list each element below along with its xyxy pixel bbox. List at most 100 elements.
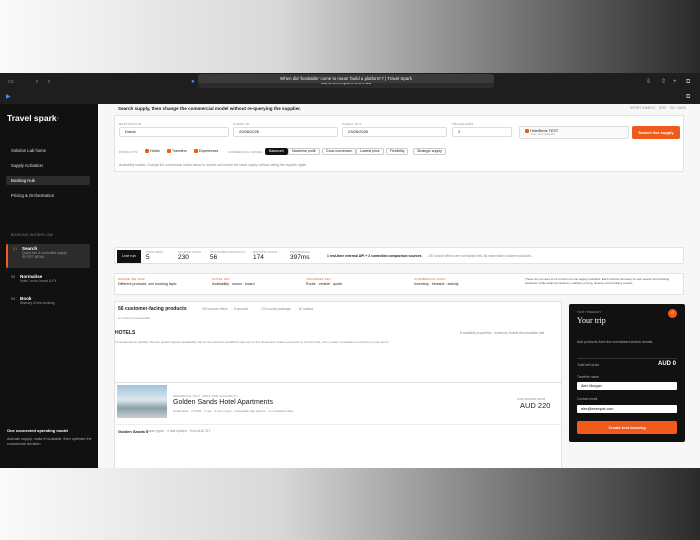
nav-solution-lab-home[interactable]: Solution Lab home [6,146,90,155]
search-live-supply-button[interactable]: Search live supply [632,126,680,139]
stats-summary: 1 real-time external API + 2 controlled … [327,254,422,258]
room-section-sub: 2 room types · 4 rate options · from AUD… [145,429,211,433]
pipeline-label: HOTEL KEY [212,277,231,281]
model-lowest-price[interactable]: Lowest price [356,148,384,155]
tab-overview-icon[interactable]: ⧉ [686,78,690,86]
results-chip: AI ranked [299,307,314,311]
step-search[interactable]: 01 Search Query live & controlled supply… [6,244,90,268]
trip-tag: TEST ITINERARY [577,310,602,314]
travellers-field[interactable]: 2 [452,127,512,137]
stat-value: 174 [253,254,264,261]
step-sub: Hotel, room, board & FX [20,279,57,283]
site-icon: ● [191,79,195,85]
extension-icon[interactable]: ▶ [6,93,11,101]
hotel-price: AUD 220 [520,401,551,410]
contact-email-label: Contact email [577,397,598,401]
model-grow-conversion[interactable]: Grow conversion [322,148,357,155]
step-book[interactable]: 03 Book Itinerary & test booking [6,294,90,312]
pipeline-value: Inventory · timeslot · activity [414,282,459,286]
sidebar-toggle-icon[interactable]: ▭ [8,78,14,86]
pipeline-value: Different products, one booking layer [118,282,177,286]
checkin-field[interactable]: 20/08/2026 [233,127,338,137]
step-number: 03 [11,297,16,301]
product-experiences[interactable]: Experiences [194,149,218,154]
share-icon[interactable]: ⇧ [661,78,666,86]
pipeline-label: COMMERCIAL DATA [414,277,446,281]
active-tab[interactable]: When did 'bookable' come to mean 'build … [198,74,494,83]
checkin-label: CHECK-IN [233,122,250,126]
step-normalise[interactable]: 02 Normalise Hotel, room, board & FX [6,272,90,290]
hotel-name[interactable]: Golden Sands Hotel Apartments [173,399,273,406]
step-sub2: SPORT MENU [22,255,45,259]
results-chip: 230 source offers [202,307,228,311]
traveller-name-input[interactable]: Alex Morgan [577,382,677,390]
forward-icon[interactable]: › [48,78,50,86]
search-panel: DESTINATION Dubai CHECK-IN 20/08/2026 CH… [114,115,684,172]
model-strategic-supply[interactable]: Strategic supply [413,148,446,155]
hotel-tag: REFERENCE TEST · REAL-TIME AVAILABILITY [173,394,239,398]
sidebar: Travel spark· Solution Lab home Supply A… [0,104,98,468]
trip-count-badge: 0 [668,309,677,318]
product-transfers[interactable]: Transfers [167,149,187,154]
back-icon[interactable]: ‹ [36,78,38,86]
pipeline-bar: WHERE WE SAW Different products, one boo… [114,273,684,295]
create-test-booking-button[interactable]: Create test booking [577,421,677,434]
model-balanced[interactable]: Balanced [265,148,288,155]
search-intro: Search supply, then change the commercia… [118,106,301,111]
nav-supply-activation[interactable]: Supply Activation [6,161,90,170]
supplier-field[interactable]: HotelBeds TEST Test / Live travel API [519,126,629,139]
room-section-title[interactable]: Golden Sands 3 [118,429,148,434]
checkout-field[interactable]: 23/08/2026 [342,127,447,137]
trip-title: Your trip [577,316,606,325]
trip-empty-text: Add products from the normalised search … [577,340,654,344]
pipeline-label: TRANSFER KEY [306,277,332,281]
trip-panel: TEST ITINERARY Your trip 0 Add products … [569,304,685,442]
hotel-photo [117,385,167,418]
pipeline-value: Route · vehicle · quote [306,282,343,286]
new-tab-icon[interactable]: + [673,78,677,86]
supplier-check-icon [525,128,529,133]
model-maximise-profit[interactable]: Maximise profit [288,148,320,155]
pipeline-value: Availability · rooms · board [212,282,255,286]
step-number: 02 [11,275,16,279]
model-label: COMMERCIAL MODEL [228,150,263,154]
results-chip: 174 source package [261,307,291,311]
top-right-note: SPORT SAMPLE · TEST · ON · DATA [630,106,686,110]
download-icon[interactable]: ⇩ [646,78,651,86]
stats-bar: Live run SUPPLIERS 5 SOURCE ROWS 230 CUSTO… [114,247,684,264]
browser-chrome: ▭ ‹ › ● lab.travelspark.com.au ↻ ⇩ ⇧ + ⧉… [0,73,700,104]
brand-logo[interactable]: Travel spark· [7,113,59,123]
hotel-card: REFERENCE TEST · REAL-TIME AVAILABILITY … [114,382,563,468]
live-run-badge: Live run [117,250,141,263]
nav-booking-hub[interactable]: Booking Hub [6,176,90,185]
step-sub: Itinerary & test booking [20,301,55,305]
stat-value: 397ms [290,254,310,261]
total-value: AUD 0 [658,361,677,367]
stat-value: 56 [210,254,218,261]
pipeline-note: These do not need to be forced into one … [525,277,670,285]
footer-text: Activate supply, make it bookable, then … [7,437,92,446]
destination-field[interactable]: Dubai [119,127,229,137]
model-flexibility[interactable]: Flexibility [386,148,409,155]
stats-summary-sub: 230 source offers were normalised into 5… [428,254,532,258]
contact-email-input[interactable]: alex@example.com [577,405,677,413]
hotels-heading: HOTELS [115,330,136,336]
stat-value: 230 [178,254,189,261]
total-label: Total sell price [577,363,600,367]
travellers-label: TRAVELLERS [452,122,474,126]
checkout-label: CHECK-OUT [342,122,362,126]
workflow-heading: BOOKING WORKFLOW [11,233,53,237]
supplier-sub: Test / Live travel API [531,133,555,136]
search-note: Availability loaded. Change the commerci… [119,163,308,167]
hotel-meta: Dubai rates · 3 STAR · 1 rate · 5 room t… [173,409,294,413]
stat-value: 5 [146,254,150,261]
results-sub: ● 4 new hot set-decided [118,316,150,320]
footer-title: One connected operating model [7,428,69,433]
browser-window: ▭ ‹ › ● lab.travelspark.com.au ↻ ⇩ ⇧ + ⧉… [0,73,700,468]
results-title: 56 customer-facing products [118,306,187,312]
nav-pricing-orchestration[interactable]: Pricing & Orchestration [6,191,90,200]
step-number: 01 [13,247,18,251]
product-hotels[interactable]: Hotels [145,149,160,154]
pipeline-label: WHERE WE SAW [118,277,145,281]
tab-menu-icon[interactable]: ⧉ [686,93,690,101]
